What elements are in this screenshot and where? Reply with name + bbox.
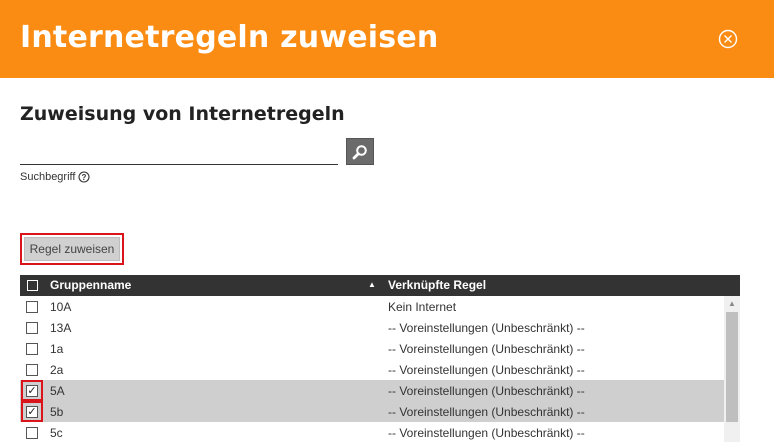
row-checkbox-checked[interactable]: ✓ bbox=[26, 385, 38, 397]
linked-rule: -- Voreinstellungen (Unbeschränkt) -- bbox=[388, 342, 585, 356]
sort-ascending-icon[interactable]: ▲ bbox=[368, 280, 376, 289]
scrollbar-thumb[interactable] bbox=[726, 312, 738, 422]
table-row[interactable]: 2a -- Voreinstellungen (Unbeschränkt) -- bbox=[20, 359, 724, 380]
group-name: 5b bbox=[50, 405, 64, 419]
linked-rule: -- Voreinstellungen (Unbeschränkt) -- bbox=[388, 384, 585, 398]
row-checkbox[interactable] bbox=[26, 364, 38, 376]
table-row[interactable]: 1a -- Voreinstellungen (Unbeschränkt) -- bbox=[20, 338, 724, 359]
table-row[interactable]: 5c -- Voreinstellungen (Unbeschränkt) -- bbox=[20, 422, 724, 442]
dialog-header: Internetregeln zuweisen bbox=[0, 0, 774, 78]
row-checkbox[interactable] bbox=[26, 343, 38, 355]
linked-rule: -- Voreinstellungen (Unbeschränkt) -- bbox=[388, 405, 585, 419]
section-title: Zuweisung von Internetregeln bbox=[20, 103, 345, 125]
group-name: 13A bbox=[50, 321, 72, 335]
linked-rule: Kein Internet bbox=[388, 300, 457, 314]
dialog-title: Internetregeln zuweisen bbox=[20, 20, 439, 55]
column-header-rule[interactable]: Verknüpfte Regel bbox=[388, 278, 486, 292]
table-scrollbar[interactable]: ▲ bbox=[724, 296, 740, 442]
groups-table: Gruppenname ▲ Verknüpfte Regel 10A Kein … bbox=[20, 275, 740, 442]
row-checkbox[interactable] bbox=[26, 301, 38, 313]
table-body: 10A Kein Internet 13A -- Voreinstellunge… bbox=[20, 296, 724, 442]
search-icon bbox=[352, 144, 367, 159]
group-name: 1a bbox=[50, 342, 64, 356]
group-name: 2a bbox=[50, 363, 64, 377]
help-circle-icon[interactable]: ? bbox=[78, 171, 91, 183]
close-button[interactable] bbox=[718, 29, 738, 49]
assign-rule-button[interactable]: Regel zuweisen bbox=[24, 237, 120, 261]
table-row[interactable]: 10A Kein Internet bbox=[20, 296, 724, 317]
table-row-selected[interactable]: ✓ 5b -- Voreinstellungen (Unbeschränkt) … bbox=[20, 401, 724, 422]
linked-rule: -- Voreinstellungen (Unbeschränkt) -- bbox=[388, 363, 585, 377]
close-circle-icon bbox=[718, 29, 738, 49]
table-header: Gruppenname ▲ Verknüpfte Regel bbox=[20, 275, 740, 296]
group-name: 10A bbox=[50, 300, 72, 314]
linked-rule: -- Voreinstellungen (Unbeschränkt) -- bbox=[388, 426, 585, 440]
group-name: 5c bbox=[50, 426, 63, 440]
assign-button-highlight: Regel zuweisen bbox=[20, 233, 124, 265]
row-checkbox-checked[interactable]: ✓ bbox=[26, 406, 38, 418]
row-checkbox[interactable] bbox=[26, 322, 38, 334]
search-label: Suchbegriff bbox=[20, 171, 76, 183]
linked-rule: -- Voreinstellungen (Unbeschränkt) -- bbox=[388, 321, 585, 335]
row-checkbox[interactable] bbox=[26, 427, 38, 439]
group-name: 5A bbox=[50, 384, 65, 398]
search-input[interactable] bbox=[20, 145, 338, 165]
select-all-checkbox[interactable] bbox=[27, 280, 38, 291]
svg-text:?: ? bbox=[82, 173, 87, 182]
search-label-row: Suchbegriff ? bbox=[20, 171, 91, 183]
column-header-name[interactable]: Gruppenname bbox=[50, 278, 131, 292]
scroll-up-icon[interactable]: ▲ bbox=[728, 299, 736, 308]
table-row-selected[interactable]: ✓ 5A -- Voreinstellungen (Unbeschränkt) … bbox=[20, 380, 724, 401]
search-button[interactable] bbox=[346, 138, 374, 165]
table-row[interactable]: 13A -- Voreinstellungen (Unbeschränkt) -… bbox=[20, 317, 724, 338]
